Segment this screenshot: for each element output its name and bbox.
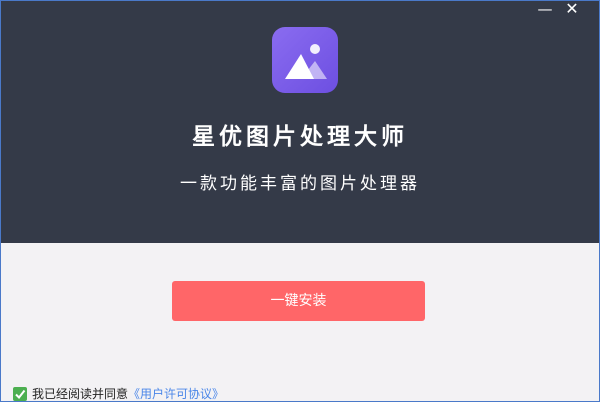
app-subtitle: 一款功能丰富的图片处理器	[180, 174, 420, 194]
app-logo	[272, 27, 338, 93]
install-button[interactable]: 一键安装	[172, 281, 425, 321]
minimize-button[interactable]: —	[532, 1, 558, 17]
mountain-sun-icon	[285, 44, 327, 79]
app-title: 星优图片处理大师	[192, 124, 408, 150]
installer-window: — ✕ 星优图片处理大师 一款功能丰富的图片处理器 一键安装 我已经阅读并同意 …	[0, 0, 600, 402]
agreement-text: 我已经阅读并同意	[32, 387, 129, 401]
agreement-row: 我已经阅读并同意 《用户许可协议》	[13, 386, 224, 401]
checkmark-icon	[15, 389, 26, 400]
close-button[interactable]: ✕	[559, 1, 585, 17]
license-agreement-link[interactable]: 《用户许可协议》	[128, 386, 224, 401]
agreement-checkbox[interactable]	[13, 387, 27, 401]
content-panel	[1, 243, 599, 401]
